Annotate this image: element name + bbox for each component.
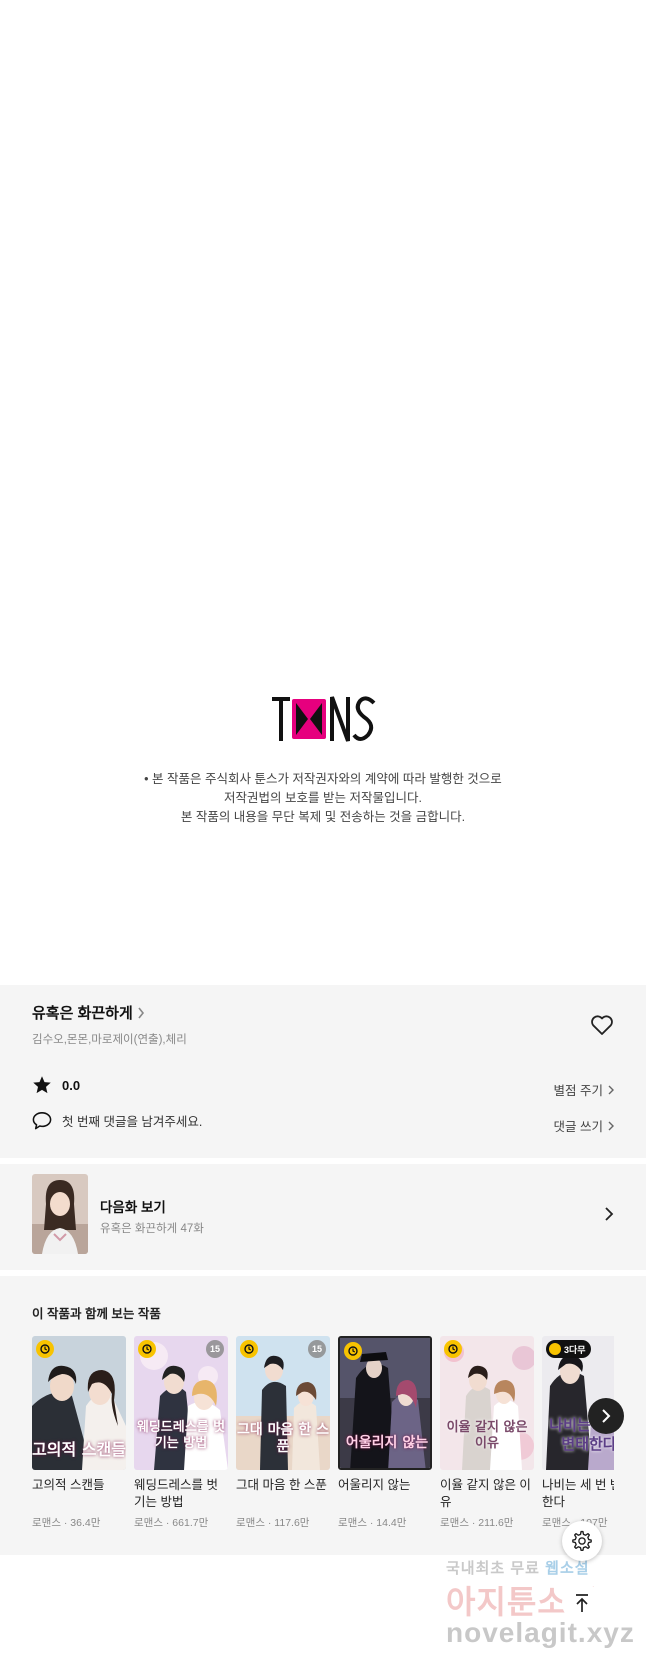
work-title: 유혹은 화끈하게 — [32, 1005, 133, 1022]
toons-logo — [272, 696, 376, 742]
clock-badge-icon — [444, 1340, 462, 1358]
clock-badge-icon — [549, 1343, 561, 1355]
chevron-right-icon — [138, 1007, 144, 1018]
comment-placeholder: 첫 번째 댓글을 남겨주세요. — [62, 1115, 203, 1129]
recommendation-card[interactable]: 15 웨딩드레스를 벗기는 방법 웨딩드레스를 벗기는 방법 로맨스 · 661… — [134, 1336, 228, 1530]
card-meta: 로맨스 · 661.7만 — [134, 1517, 209, 1529]
clock-badge-icon — [240, 1340, 258, 1358]
clock-badge-icon — [138, 1340, 156, 1358]
copyright-line-2: 저작권법의 보호를 받는 저작물입니다. — [224, 791, 422, 805]
cover-image: 15 웨딩드레스를 벗기는 방법 — [134, 1336, 228, 1470]
recommendation-card[interactable]: 고의적 스캔들 고의적 스캔들 로맨스 · 36.4만 — [32, 1336, 126, 1530]
work-title-link[interactable]: 유혹은 화끈하게 — [32, 1002, 145, 1023]
arrow-up-icon — [576, 1594, 588, 1612]
copyright-line-3: 본 작품의 내용을 무단 복제 및 전송하는 것을 금합니다. — [180, 810, 466, 824]
chevron-right-icon — [608, 1121, 614, 1130]
card-meta: 로맨스 · 117.6만 — [236, 1517, 310, 1529]
copyright-line-1: • 본 작품은 주식회사 툰스가 저작권자와의 계약에 따라 발행한 것으로 — [144, 772, 502, 786]
copyright-notice: • 본 작품은 주식회사 툰스가 저작권자와의 계약에 따라 발행한 것으로 저… — [0, 770, 646, 827]
section-divider — [0, 1270, 646, 1276]
card-title: 고의적 스캔들 — [32, 1478, 105, 1492]
age-rating-badge: 15 — [206, 1340, 224, 1358]
rating-value: 0.0 — [62, 1077, 81, 1093]
watermark-text-a: 국내최초 무료 — [446, 1560, 540, 1577]
watermark-line-3: novelagit.xyz — [446, 1617, 635, 1648]
cover-image: 15 그대 마음 한 스푼 — [236, 1336, 330, 1470]
recommendation-card[interactable]: 15 그대 마음 한 스푼 그대 마음 한 스푼 로맨스 · 117.6만 — [236, 1336, 330, 1530]
next-episode-subtitle: 유혹은 화끈하게 47화 — [100, 1223, 204, 1235]
card-title: 나비는 세 번 변태한다 — [542, 1478, 614, 1509]
comment-prompt[interactable]: 첫 번째 댓글을 남겨주세요. — [32, 1111, 202, 1130]
card-title: 어울리지 않는 — [338, 1478, 411, 1492]
card-meta: 로맨스 · 14.4만 — [338, 1517, 407, 1529]
age-rating-badge: 15 — [308, 1340, 326, 1358]
card-meta: 로맨스 · 211.6만 — [440, 1517, 514, 1529]
cover-image: 어울리지 않는 — [338, 1336, 432, 1470]
scroll-to-top-button[interactable] — [562, 1583, 602, 1623]
write-comment-button[interactable]: 댓글 쓰기 — [554, 1116, 614, 1135]
cover-image: 이율 같지 않은 이유 — [440, 1336, 534, 1470]
chevron-right-icon — [608, 1085, 614, 1094]
settings-button[interactable] — [562, 1521, 602, 1561]
recommendations-list: 고의적 스캔들 고의적 스캔들 로맨스 · 36.4만 15 웨딩드레스를 벗기… — [32, 1336, 614, 1536]
section-divider — [0, 1158, 646, 1164]
cover-image: 고의적 스캔들 — [32, 1336, 126, 1470]
recommendation-card[interactable]: 어울리지 않는 어울리지 않는 로맨스 · 14.4만 — [338, 1336, 432, 1530]
carousel-next-button[interactable] — [588, 1398, 624, 1434]
heart-icon[interactable] — [590, 1014, 614, 1036]
star-icon — [33, 1076, 51, 1094]
write-comment-label: 댓글 쓰기 — [553, 1120, 603, 1134]
recommendation-card[interactable]: 이율 같지 않은 이유 이율 같지 않은 이유 로맨스 · 211.6만 — [440, 1336, 534, 1530]
cover-title-art: 웨딩드레스를 벗기는 방법 — [136, 1420, 226, 1451]
card-meta: 로맨스 · 36.4만 — [32, 1517, 101, 1529]
clock-badge-icon — [344, 1342, 362, 1360]
free-wait-badge: 3다무 — [546, 1340, 591, 1358]
card-title: 그대 마음 한 스푼 — [236, 1478, 327, 1492]
rating-display: 0.0 — [32, 1075, 80, 1095]
watermark-line-1: 국내최초 무료 웹소설 — [446, 1557, 590, 1578]
chevron-right-icon — [602, 1409, 611, 1423]
cover-title-art: 그대 마음 한 스푼 — [237, 1422, 329, 1455]
recommendations-heading: 이 작품과 함께 보는 작품 — [32, 1307, 161, 1321]
gear-icon — [572, 1530, 592, 1552]
rate-button-label: 별점 주기 — [553, 1084, 603, 1098]
card-title: 이율 같지 않은 이유 — [440, 1478, 531, 1509]
cover-title-art: 고의적 스캔들 — [32, 1440, 126, 1459]
work-authors: 김수오,몬몬,마로제이(연출),체리 — [32, 1034, 187, 1046]
rate-button[interactable]: 별점 주기 — [554, 1080, 614, 1099]
next-episode-label: 다음화 보기 — [100, 1200, 166, 1215]
next-episode-thumbnail — [32, 1174, 88, 1254]
free-wait-label: 3다무 — [564, 1344, 586, 1355]
cover-title-art: 어울리지 않는 — [345, 1435, 429, 1451]
clock-badge-icon — [36, 1340, 54, 1358]
card-title: 웨딩드레스를 벗기는 방법 — [134, 1478, 218, 1509]
watermark-text-b: 웹소설 — [545, 1560, 590, 1577]
speech-bubble-icon — [32, 1112, 52, 1130]
next-episode-row[interactable]: 다음화 보기 유혹은 화끈하게 47화 — [0, 1166, 646, 1266]
cover-title-art: 이율 같지 않은 이유 — [446, 1420, 528, 1451]
content-end-area — [0, 0, 646, 985]
chevron-right-icon — [605, 1207, 614, 1221]
